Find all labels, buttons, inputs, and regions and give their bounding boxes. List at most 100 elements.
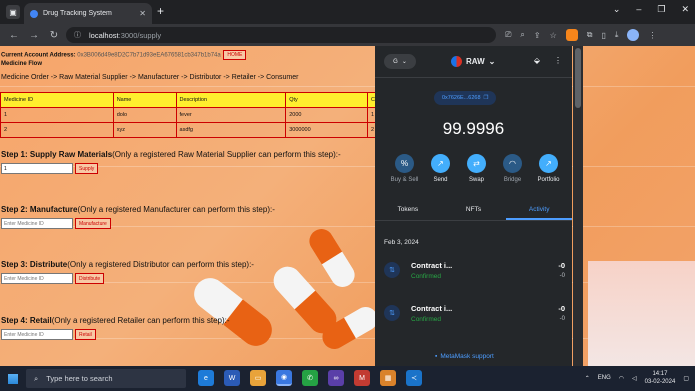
maximize-icon[interactable]: ❐ [657,4,665,15]
metamask-extension-icon[interactable] [565,29,578,41]
downloads-icon[interactable]: ⤓ [615,30,619,40]
browser-toolbar: ← → ↻ ⓘ localhost:3000/supply ⎚ ⌕ ⇪ ☆ ⧉ … [0,24,695,46]
swap-label: Swap [468,177,484,183]
step3-note: (Only a registered Distributor can perfo… [67,260,254,269]
flow-title: Medicine Flow [1,61,43,67]
forward-icon[interactable]: → [24,30,44,41]
network-picker[interactable]: G ⌄ [384,54,416,69]
browser-tab-bar: ▣ Drug Tracking System ✕ + ⌄ – ❐ ✕ [0,0,695,24]
close-window-icon[interactable]: ✕ [681,4,689,15]
supply-button[interactable]: Supply [75,163,99,174]
edge-icon[interactable]: e [198,370,214,386]
table-row: 2 xyz asdfg 3000000 2 [0,122,400,138]
package-app-icon[interactable]: ▦ [380,370,396,386]
bridge-button[interactable]: ◠ Bridge [497,154,528,183]
tab-search-icon[interactable]: ⌄ [613,4,621,15]
search-icon: ⌕ [34,373,39,383]
file-explorer-icon[interactable]: ▭ [250,370,266,386]
step2-title: Step 2: Manufacture [1,205,78,214]
account-avatar-icon [451,56,462,67]
table-header-row: Medicine ID Name Description Qty C [0,92,400,108]
profile-avatar[interactable] [627,29,640,41]
language-indicator[interactable]: ENG [598,375,611,381]
gmail-icon[interactable]: M [354,370,370,386]
site-favicon-icon [30,9,38,18]
wallet-actions: % Buy & Sell ↗ Send ⇄ Swap ◠ Bridge ↗ Po… [389,154,564,183]
metamask-scrollbar[interactable] [573,46,583,366]
zoom-icon[interactable]: ⌕ [520,30,524,40]
cast-icon[interactable]: ⎚ [505,30,511,40]
url-path: :3000/supply [118,30,162,40]
step4-medicine-id-input[interactable] [1,329,73,340]
transaction-amount: -0 [558,304,565,313]
clock-date: 03-02-2024 [644,379,676,385]
swap-button[interactable]: ⇄ Swap [461,154,492,183]
home-button[interactable]: HOME [223,50,247,60]
volume-icon[interactable]: ◁ [632,375,637,382]
tab-actions-icon[interactable]: ▣ [6,5,20,19]
site-info-icon[interactable]: ⓘ [74,30,81,40]
header-description: Description [175,92,287,108]
kebab-menu-icon[interactable]: ⋮ [554,56,562,65]
chrome-icon[interactable]: ◉ [276,370,292,386]
taskbar-search[interactable]: ⌕ Type here to search [26,369,186,388]
tab-tokens[interactable]: Tokens [375,204,441,220]
header-medicine-id: Medicine ID [0,92,114,108]
connected-sites-icon[interactable]: ⬙ [534,56,540,65]
chevron-up-icon[interactable]: ⌃ [585,375,590,382]
whatsapp-icon[interactable]: ✆ [302,370,318,386]
send-button[interactable]: ↗ Send [425,154,456,183]
clock[interactable]: 14:17 03-02-2024 [645,370,676,386]
tab-activity[interactable]: Activity [506,204,573,220]
step4-heading: Step 4: Retail(Only a registered Retaile… [1,316,230,325]
transaction-title: Contract i... [411,304,453,313]
extensions-icon[interactable]: ⧉ [587,30,593,40]
visual-studio-icon[interactable]: ∞ [328,370,344,386]
word-icon[interactable]: W [224,370,240,386]
tab-nfts[interactable]: NFTs [441,204,507,220]
minimize-icon[interactable]: – [636,4,641,15]
transaction-item[interactable]: ⇅ Contract i... Confirmed -0 -0 [384,258,565,284]
start-button[interactable] [0,366,25,391]
manufacture-button[interactable]: Manufacture [75,218,111,229]
close-tab-icon[interactable]: ✕ [139,9,146,18]
step2-note: (Only a registered Manufacturer can perf… [77,205,275,214]
menu-icon[interactable]: ⋮ [648,31,656,40]
back-icon[interactable]: ← [4,30,24,41]
step3-form: Distribute [1,273,105,284]
metamask-support-link[interactable]: ▪ MetaMask support [435,353,494,360]
new-tab-button[interactable]: + [157,4,164,18]
account-name: RAW [466,57,485,66]
eth-balance: 99.9996 [442,119,505,138]
toolbar-icons: ⎚ ⌕ ⇪ ☆ ⧉ ▯ ⤓ ⋮ [505,29,656,41]
cell: fever [175,107,287,123]
step1-medicine-id-input[interactable] [1,163,73,174]
step4-form: Retail [1,329,96,340]
account-picker[interactable]: RAW ⌄ [451,56,495,67]
transaction-amount-secondary: -0 [559,316,565,322]
vscode-icon[interactable]: ≺ [406,370,422,386]
wifi-icon[interactable]: ◠ [619,375,624,382]
bookmark-star-icon[interactable]: ☆ [550,31,557,40]
retail-button[interactable]: Retail [75,329,96,340]
notifications-icon[interactable]: ▢ [683,375,689,382]
buy-sell-button[interactable]: % Buy & Sell [389,154,420,183]
browser-tab[interactable]: Drug Tracking System ✕ [24,3,152,24]
step2-medicine-id-input[interactable] [1,218,73,229]
scrollbar-thumb[interactable] [575,48,581,108]
side-panel-icon[interactable]: ▯ [601,31,605,40]
step3-medicine-id-input[interactable] [1,273,73,284]
transaction-amount-secondary: -0 [559,273,565,279]
account-address-short: 0x7626E...6268 [442,95,481,101]
bridge-label: Bridge [503,177,522,183]
distribute-button[interactable]: Distribute [75,273,105,284]
transaction-item[interactable]: ⇅ Contract i... Confirmed -0 -0 [384,301,565,327]
taskbar-apps: e W ▭ ◉ ✆ ∞ M ▦ ≺ [198,370,422,386]
network-letter: G [393,58,398,65]
copy-address-button[interactable]: 0x7626E...6268 ❐ [434,91,497,105]
portfolio-button[interactable]: ↗ Portfolio [533,154,564,183]
share-icon[interactable]: ⇪ [534,31,541,40]
cell: dolo [112,107,177,123]
address-bar[interactable]: ⓘ localhost:3000/supply [66,27,496,43]
reload-icon[interactable]: ↻ [44,30,64,41]
